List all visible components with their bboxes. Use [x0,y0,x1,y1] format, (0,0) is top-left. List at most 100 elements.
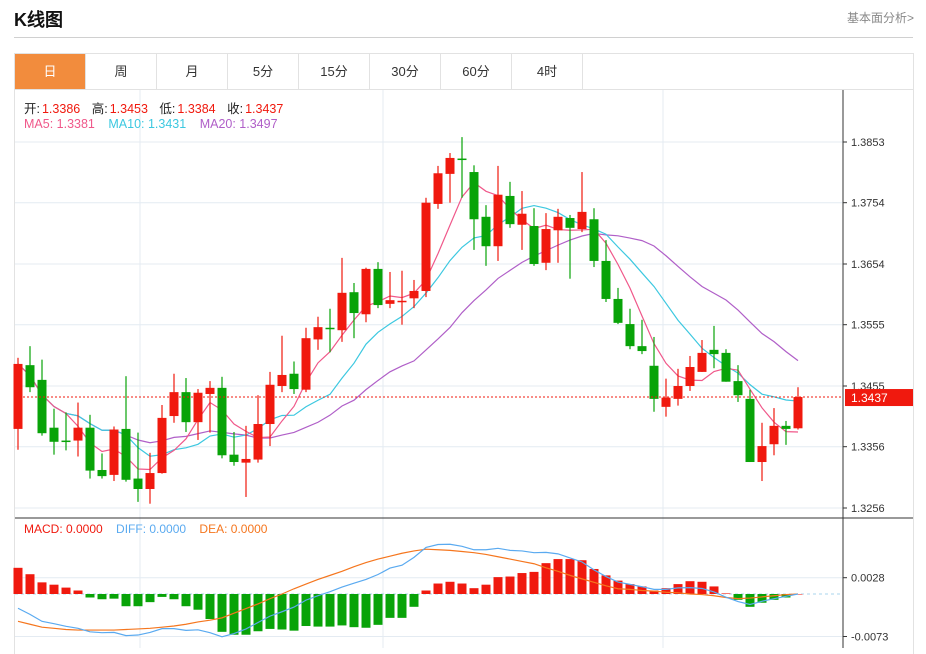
ma20-line [17,232,799,444]
macd-bar [385,594,395,618]
candle-body [241,458,251,463]
candle [721,349,731,382]
macd-tick-label: 0.0028 [851,573,885,585]
macd-bar [97,594,107,600]
candle [577,172,587,233]
candle-body [229,454,239,463]
macd-bar [49,584,59,594]
candle-body [37,379,47,434]
macd-bar [721,593,731,594]
candle [373,262,383,309]
macd-legend: MACD: 0.0000 DIFF: 0.0000 DEA: 0.0000 [24,522,269,536]
macd-bar [133,594,143,607]
close-label: 收: [227,102,244,116]
candle-body [61,440,71,443]
candle [565,214,575,279]
candle-body [529,225,539,264]
macd-bar [121,594,131,607]
candle-body [733,381,743,396]
macd-bar [253,594,263,632]
candle-body [793,397,803,429]
diff-value: DIFF: 0.0000 [116,522,187,536]
candle [709,325,719,369]
candle-body [85,427,95,471]
candle [13,357,23,450]
candle-body [613,298,623,323]
macd-bar [205,594,215,620]
candle-body [121,428,131,480]
candle [169,373,179,423]
candle [385,271,395,309]
candle [325,308,335,353]
macd-bar [13,567,23,594]
macd-bar [289,594,299,631]
candle [493,165,503,261]
candle [133,432,143,502]
macd-bar [397,594,407,618]
candle [541,213,551,271]
macd-bar [409,594,419,607]
candle [145,452,155,504]
candle [37,359,47,436]
candle-body [781,425,791,429]
candle-body [181,392,191,423]
candle-body [205,387,215,394]
macd-bar [469,588,479,594]
candle-body [193,392,203,423]
macd-bar [445,581,455,594]
macd-bar [457,583,467,594]
candle-body [469,172,479,220]
candle [277,335,287,393]
macd-bar [61,587,71,594]
candle-body [505,195,515,225]
ohlc-legend: 开: 1.3386 高: 1.3453 低: 1.3384 收: 1.3437 [24,98,285,117]
candle [265,371,275,447]
candle-body [373,268,383,306]
candle-body [661,397,671,407]
macd-bar [577,560,587,594]
candle [445,153,455,203]
candle-body [421,202,431,291]
candle [25,346,35,393]
candle [757,422,767,482]
high-label: 高: [91,102,108,116]
candle [109,426,119,482]
candle [529,208,539,266]
low-value: 1.3384 [177,102,216,116]
candle [421,197,431,298]
macd-bar [517,573,527,594]
candle [349,283,359,339]
candle [553,208,563,263]
macd-value: MACD: 0.0000 [24,522,103,536]
candle-body [109,429,119,475]
candle-body [289,373,299,390]
price-tick-label: 1.3654 [851,259,885,271]
price-tick-label: 1.3356 [851,442,885,454]
candle-body [589,219,599,261]
candle-body [385,300,395,304]
macd-bar [157,594,167,597]
candle-body [721,352,731,382]
macd-bar [85,594,95,598]
macd-bar [433,583,443,594]
candle [85,414,95,479]
ma10-line [17,204,799,457]
candle [313,316,323,350]
candle-body [313,327,323,340]
candle-body [601,260,611,299]
candle [625,308,635,350]
candle [685,355,695,391]
candle-body [265,384,275,425]
candle-body [133,478,143,489]
macd-bar [25,574,35,594]
macd-bar [529,571,539,594]
candle-body [145,473,155,489]
candle-body [433,173,443,204]
macd-tick-label: -0.0073 [851,631,888,643]
candle [589,208,599,268]
candle-body [97,469,107,477]
candle [781,420,791,445]
candle-body [565,218,575,228]
candle [157,405,167,474]
macd-bar [109,594,119,599]
